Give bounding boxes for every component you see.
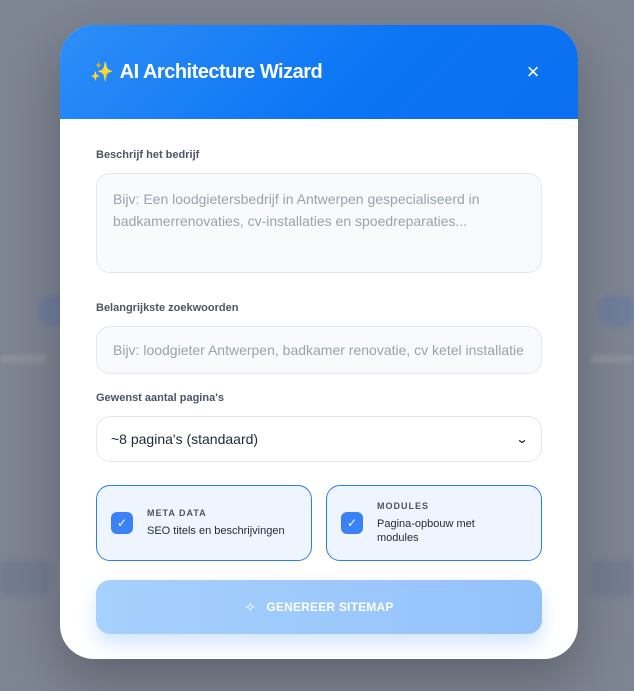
option-description: Pagina-opbouw met modules	[377, 518, 475, 544]
option-text: MODULES Pagina-opbouw met modules	[377, 501, 487, 545]
close-icon[interactable]: ×	[522, 61, 544, 83]
options-row: ✓ META DATA SEO titels en beschrijvingen…	[96, 485, 542, 561]
page-count-label: Gewenst aantal pagina's	[96, 392, 224, 404]
meta-data-checkbox[interactable]: ✓	[111, 512, 133, 534]
modules-checkbox[interactable]: ✓	[341, 512, 363, 534]
page-count-select[interactable]: ~8 pagina's (standaard) ⌄	[96, 416, 542, 462]
check-icon: ✓	[116, 516, 128, 530]
modal-title: AI Architecture Wizard	[119, 60, 323, 83]
option-text: META DATA SEO titels en beschrijvingen	[147, 508, 285, 538]
check-icon: ✓	[346, 516, 358, 530]
sparkles-icon: ✨	[90, 61, 114, 83]
option-title: META DATA	[147, 508, 207, 518]
generate-sitemap-label: GENEREER SITEMAP	[266, 600, 394, 614]
backdrop-block	[590, 560, 634, 596]
business-description-input[interactable]	[96, 173, 542, 273]
backdrop-divider	[0, 355, 46, 363]
chevron-down-icon: ⌄	[515, 432, 529, 446]
option-title: MODULES	[377, 501, 429, 511]
magic-wand-icon: ✧	[244, 598, 257, 615]
ai-wizard-modal: ✨ AI Architecture Wizard × Beschrijf het…	[60, 25, 578, 659]
title-wrap: ✨ AI Architecture Wizard	[90, 60, 323, 84]
modal-body: Beschrijf het bedrijf Belangrijkste zoek…	[60, 119, 578, 634]
keywords-input[interactable]	[96, 326, 542, 374]
generate-sitemap-button[interactable]: ✧ GENEREER SITEMAP	[96, 580, 542, 634]
backdrop-button	[598, 296, 634, 326]
keywords-label: Belangrijkste zoekwoorden	[96, 302, 239, 314]
option-modules[interactable]: ✓ MODULES Pagina-opbouw met modules	[326, 485, 542, 561]
option-description: SEO titels en beschrijvingen	[147, 525, 285, 537]
backdrop-block	[0, 560, 50, 596]
backdrop-divider	[590, 355, 634, 363]
option-meta-data[interactable]: ✓ META DATA SEO titels en beschrijvingen	[96, 485, 312, 561]
page-count-selected-value: ~8 pagina's (standaard)	[111, 431, 259, 447]
modal-header: ✨ AI Architecture Wizard ×	[60, 25, 578, 119]
business-description-label: Beschrijf het bedrijf	[96, 149, 200, 161]
